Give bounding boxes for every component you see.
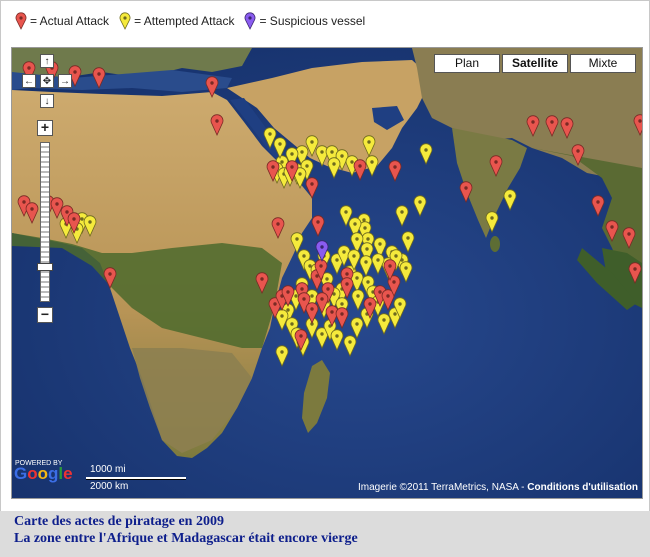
google-logo-letter: e [63,464,73,483]
map-type-mixte-button[interactable]: Mixte [570,54,636,73]
actual-attack-marker[interactable] [489,155,503,177]
attempted-attack-marker[interactable] [371,253,385,275]
actual-attack-marker[interactable] [353,159,367,181]
google-logo-letter: o [27,464,38,483]
google-logo-letter: o [37,464,49,483]
attempted-attack-marker[interactable] [419,143,433,165]
terms-of-use-link[interactable]: Conditions d'utilisation [527,482,638,493]
attempted-attack-marker[interactable] [365,155,379,177]
attempted-attack-marker[interactable] [401,231,415,253]
actual-attack-marker[interactable] [25,202,39,224]
map-attribution: Imagerie ©2011 TerraMetrics, NASA - Cond… [358,482,638,493]
map-type-satellite-button[interactable]: Satellite [502,54,568,73]
legend-actual-attack: = Actual Attack [15,12,109,30]
actual-attack-marker[interactable] [545,115,559,137]
pan-down-button[interactable]: ↓ [40,94,54,108]
zoom-in-button[interactable]: + [37,120,53,136]
caption-panel: Carte des actes de piratage en 2009 La z… [0,511,650,557]
yellow-marker-icon [119,12,131,30]
zoom-slider-handle[interactable] [37,263,53,271]
actual-attack-marker[interactable] [205,76,219,98]
markers-svg [17,61,642,367]
legend-label-actual: = Actual Attack [30,14,110,28]
attempted-attack-marker[interactable] [359,255,373,277]
pan-right-button[interactable]: → [58,74,72,88]
satellite-map[interactable]: Plan Satellite Mixte ↑ ← ✥ → ↓ + − POWER… [11,47,643,499]
actual-attack-marker[interactable] [560,117,574,139]
attempted-attack-marker[interactable] [399,261,413,283]
actual-attack-marker[interactable] [210,114,224,136]
google-logo-letter: G [14,464,28,483]
map-type-plan-button[interactable]: Plan [434,54,500,73]
actual-attack-marker[interactable] [50,197,64,219]
actual-attack-marker[interactable] [591,195,605,217]
attempted-attack-marker[interactable] [351,289,365,311]
scale-imperial: 1000 mi [90,464,126,475]
actual-attack-marker[interactable] [622,227,636,249]
legend: = Actual Attack = Attempted Attack = Sus… [15,9,375,33]
scale-line-shadow [86,479,186,480]
pan-up-button[interactable]: ↑ [40,54,54,68]
legend-label-suspicious: = Suspicious vessel [259,14,366,28]
attempted-attack-marker[interactable] [377,313,391,335]
legend-attempted-attack: = Attempted Attack [119,12,234,30]
attempted-attack-marker[interactable] [83,215,97,237]
actual-attack-marker[interactable] [255,272,269,294]
map-type-control: Plan Satellite Mixte [432,54,636,73]
attempted-attack-marker[interactable] [350,317,364,339]
legend-label-attempted: = Attempted Attack [134,14,235,28]
attempted-attack-marker[interactable] [273,137,287,159]
attribution-text: Imagerie ©2011 TerraMetrics, NASA - [358,482,528,493]
actual-attack-marker[interactable] [628,262,642,284]
attempted-attack-marker[interactable] [327,157,341,179]
pan-center-button[interactable]: ✥ [40,74,54,88]
page-frame: = Actual Attack = Attempted Attack = Sus… [0,0,650,512]
scale-bar: 1000 mi 2000 km [86,464,196,494]
pan-left-button[interactable]: ← [22,74,36,88]
actual-attack-marker[interactable] [459,181,473,203]
actual-attack-marker[interactable] [335,307,349,329]
actual-attack-marker[interactable] [571,144,585,166]
attempted-attack-marker[interactable] [395,205,409,227]
attempted-attack-marker[interactable] [485,211,499,233]
actual-attack-marker[interactable] [92,67,106,89]
purple-marker-icon [245,12,256,30]
google-logo[interactable]: Google [14,464,73,484]
actual-attack-marker[interactable] [305,177,319,199]
actual-attack-marker[interactable] [311,215,325,237]
actual-attack-marker[interactable] [633,114,642,136]
actual-attack-marker[interactable] [271,217,285,239]
zoom-out-button[interactable]: − [37,307,53,323]
attempted-attack-marker[interactable] [362,135,376,157]
caption-line-2: La zone entre l'Afrique et Madagascar ét… [14,531,358,546]
scale-metric: 2000 km [90,481,129,492]
attempted-attack-marker[interactable] [275,345,289,367]
attempted-attack-marker[interactable] [343,335,357,357]
actual-attack-marker[interactable] [605,220,619,242]
zoom-slider-track[interactable] [40,142,50,302]
legend-suspicious-vessel: = Suspicious vessel [244,12,365,30]
attempted-attack-marker[interactable] [315,145,329,167]
attempted-attack-marker[interactable] [330,329,344,351]
caption-line-1: Carte des actes de piratage en 2009 [14,514,224,529]
actual-attack-marker[interactable] [103,267,117,289]
actual-attack-marker[interactable] [526,115,540,137]
red-marker-icon [15,12,27,30]
attempted-attack-marker[interactable] [503,189,517,211]
actual-attack-marker[interactable] [388,160,402,182]
google-logo-letter: g [48,464,59,483]
attempted-attack-marker[interactable] [413,195,427,217]
